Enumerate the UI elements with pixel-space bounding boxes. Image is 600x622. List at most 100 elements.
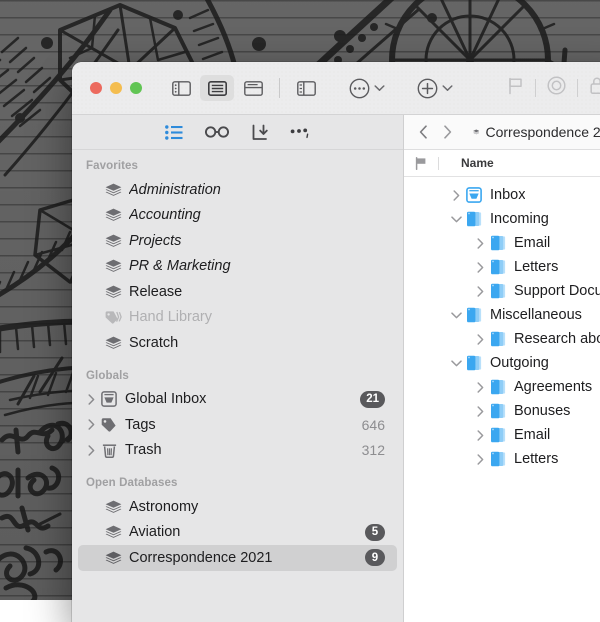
sidebar-item-label: Hand Library [129, 309, 385, 325]
sidebar-section-open-databases: Astronomy Aviation 5 Correspondence 20 [72, 494, 403, 571]
chevron-right-icon [443, 125, 452, 139]
flag-icon [507, 77, 524, 95]
sidebar-item-label: Accounting [129, 207, 385, 223]
disclosure-triangle-collapsed-icon[interactable] [472, 286, 488, 297]
view-list-button[interactable] [200, 75, 234, 101]
disclosure-triangle-collapsed-icon[interactable] [472, 238, 488, 249]
group-folder-icon [488, 451, 508, 467]
count-label: 312 [362, 442, 385, 458]
sidebar-item-hand-library[interactable]: Hand Library [78, 305, 397, 331]
more-actions-button[interactable] [290, 125, 310, 139]
window-titlebar[interactable] [72, 62, 600, 115]
tree-row-support-documents[interactable]: Support Documents [404, 279, 600, 303]
disclosure-triangle-collapsed-icon[interactable] [472, 262, 488, 273]
disclosure-triangle-collapsed-icon[interactable] [472, 334, 488, 345]
disclosure-triangle-expanded-icon[interactable] [448, 360, 464, 367]
glasses-icon [205, 125, 229, 139]
tree-row-miscellaneous[interactable]: Miscellaneous [404, 303, 600, 327]
sidebar-item-label: Correspondence 2021 [129, 550, 365, 566]
disclosure-triangle-collapsed-icon[interactable] [472, 454, 488, 465]
tree-row-email-incoming[interactable]: Email [404, 231, 600, 255]
tree-row-label: Email [514, 235, 550, 251]
sidebar-scroll-area[interactable]: Favorites Administration Accounting [72, 150, 403, 622]
view-columns-button[interactable] [289, 75, 323, 101]
sidebar-section-title-favorites: Favorites [72, 160, 403, 177]
column-header-name[interactable]: Name [439, 156, 494, 170]
tree-row-research-about[interactable]: Research about [404, 327, 600, 351]
database-stack-icon [102, 234, 124, 248]
sidebar-item-administration[interactable]: Administration [78, 177, 397, 203]
flag-button[interactable] [496, 77, 535, 100]
sidebar-item-projects[interactable]: Projects [78, 228, 397, 254]
close-button[interactable] [90, 82, 102, 94]
tree-row-agreements[interactable]: Agreements [404, 375, 600, 399]
add-button[interactable] [417, 78, 453, 99]
breadcrumb[interactable]: Correspondence 2021 [473, 124, 600, 140]
sidebar-item-correspondence-2021[interactable]: Correspondence 2021 9 [78, 545, 397, 571]
disclosure-triangle-collapsed-icon[interactable] [472, 406, 488, 417]
database-stack-icon [102, 551, 124, 565]
sidebar-icon [172, 81, 191, 96]
sidebar-item-release[interactable]: Release [78, 279, 397, 305]
column-header-flag[interactable] [404, 157, 438, 170]
forward-button[interactable] [436, 120, 458, 144]
sidebar-item-accounting[interactable]: Accounting [78, 203, 397, 229]
target-circle-icon [547, 76, 566, 95]
lock-button[interactable] [578, 76, 600, 100]
group-folder-icon [488, 259, 508, 275]
tree-row-letters-incoming[interactable]: Letters [404, 255, 600, 279]
item-tree[interactable]: Inbox Incoming [404, 177, 600, 622]
disclosure-triangle-collapsed-icon[interactable] [472, 430, 488, 441]
navigate-list-button[interactable] [165, 125, 183, 140]
view-split-button[interactable] [236, 75, 270, 101]
database-stack-icon [102, 183, 124, 197]
sidebar-toggle-button[interactable] [164, 75, 198, 101]
back-button[interactable] [412, 120, 434, 144]
chevron-left-icon [419, 125, 428, 139]
tree-row-email-outgoing[interactable]: Email [404, 423, 600, 447]
sidebar-item-scratch[interactable]: Scratch [78, 330, 397, 356]
disclosure-triangle-collapsed-icon[interactable] [472, 382, 488, 393]
database-stack-icon [102, 336, 124, 350]
sidebar-item-label: Trash [125, 442, 362, 458]
database-stack-icon [102, 500, 124, 514]
record-button[interactable] [536, 76, 577, 100]
more-options-button[interactable] [349, 78, 385, 99]
sidebar-item-global-inbox[interactable]: Global Inbox 21 [78, 387, 397, 413]
tree-row-bonuses[interactable]: Bonuses [404, 399, 600, 423]
plus-circle-icon [417, 78, 438, 99]
toolbar-right-buttons [496, 76, 600, 100]
disclosure-triangle-collapsed-icon[interactable] [448, 190, 464, 201]
column-header-row: Name [404, 150, 600, 177]
ellipsis-icon [290, 125, 310, 139]
disclosure-triangle-collapsed-icon[interactable] [84, 394, 98, 405]
group-folder-icon [488, 235, 508, 251]
disclosure-triangle-expanded-icon[interactable] [448, 216, 464, 223]
sidebar-item-trash[interactable]: Trash 312 [78, 438, 397, 464]
see-also-button[interactable] [205, 125, 229, 139]
disclosure-triangle-expanded-icon[interactable] [448, 312, 464, 319]
sidebar-item-astronomy[interactable]: Astronomy [78, 494, 397, 520]
sidebar-item-label: Projects [129, 233, 385, 249]
zoom-button[interactable] [130, 82, 142, 94]
move-to-button[interactable] [251, 124, 268, 141]
sidebar-item-label: Global Inbox [125, 391, 360, 407]
sidebar-item-tags[interactable]: Tags 646 [78, 412, 397, 438]
tree-row-label: Outgoing [490, 355, 549, 371]
tree-row-letters-outgoing[interactable]: Letters [404, 447, 600, 471]
tree-row-label: Inbox [490, 187, 525, 203]
disclosure-triangle-collapsed-icon[interactable] [84, 445, 98, 456]
tree-row-incoming[interactable]: Incoming [404, 207, 600, 231]
status-badge: 5 [365, 524, 385, 541]
disclosure-triangle-collapsed-icon[interactable] [84, 419, 98, 430]
sidebar-item-label: Administration [129, 182, 385, 198]
sidebar-item-label: Aviation [129, 524, 365, 540]
sidebar-item-aviation[interactable]: Aviation 5 [78, 520, 397, 546]
sidebar-item-pr-and-marketing[interactable]: PR & Marketing [78, 254, 397, 280]
tree-row-outgoing[interactable]: Outgoing [404, 351, 600, 375]
tree-row-inbox[interactable]: Inbox [404, 183, 600, 207]
minimize-button[interactable] [110, 82, 122, 94]
flag-icon [415, 157, 427, 170]
tree-row-label: Email [514, 427, 550, 443]
sidebar-section-title-globals: Globals [72, 356, 403, 387]
